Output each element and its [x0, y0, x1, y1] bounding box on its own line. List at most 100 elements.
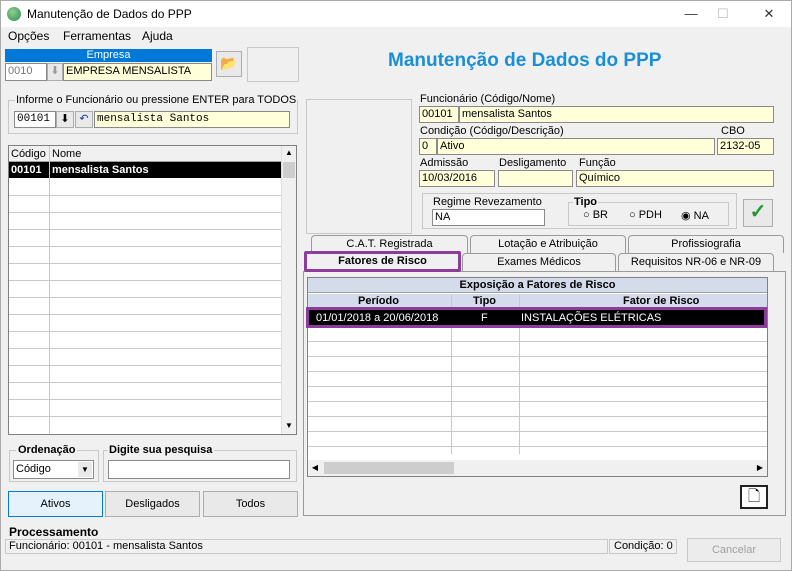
status-text: Funcionário: 00101 - mensalista Santos	[5, 539, 608, 554]
vertical-scrollbar[interactable]: ▲ ▼	[281, 146, 296, 434]
chevron-down-icon[interactable]: ▼	[78, 462, 92, 477]
close-button[interactable]: ✕	[755, 3, 783, 25]
folder-open-icon[interactable]: 📂	[216, 51, 242, 77]
desligados-button[interactable]: Desligados	[105, 491, 200, 517]
radio-br[interactable]: ○ BR	[583, 209, 608, 221]
radio-na-label: NA	[693, 210, 709, 222]
row-line	[308, 356, 767, 357]
row-line	[9, 365, 281, 366]
row-name: mensalista Santos	[52, 164, 149, 176]
regime-field[interactable]: NA	[432, 209, 545, 226]
empresa-code-field[interactable]: 0010	[5, 63, 47, 81]
tab-exames-medicos[interactable]: Exames Médicos	[462, 253, 616, 271]
maximize-button[interactable]: ☐	[709, 3, 737, 25]
pesquisa-input[interactable]	[108, 460, 290, 479]
condicao-label: Condição (Código/Descrição)	[420, 125, 564, 137]
horizontal-scrollbar[interactable]: ◀ ▶	[308, 460, 767, 476]
row-line	[9, 246, 281, 247]
blank-panel	[247, 47, 299, 82]
employee-list[interactable]: Código Nome 00101 mensalista Santos ▲ ▼	[8, 145, 297, 435]
row-line	[9, 348, 281, 349]
row-line	[9, 382, 281, 383]
funcao-label: Função	[579, 157, 616, 169]
menu-ferramentas[interactable]: Ferramentas	[63, 29, 131, 43]
cancel-button[interactable]: Cancelar	[687, 538, 781, 562]
radio-off-icon: ○	[629, 209, 636, 221]
radio-pdh[interactable]: ○ PDH	[629, 209, 662, 221]
detail-funcao: Químico	[576, 170, 774, 187]
row-line	[308, 446, 767, 447]
pesquisa-label: Digite sua pesquisa	[107, 444, 215, 456]
app-icon	[7, 7, 21, 21]
processamento-label: Processamento	[9, 525, 99, 539]
col-header-tipo[interactable]: Tipo	[473, 295, 496, 307]
download-icon[interactable]: ⬇	[47, 63, 63, 81]
ordenacao-value: Código	[16, 463, 51, 475]
col-header-fator[interactable]: Fator de Risco	[623, 295, 699, 307]
radio-na[interactable]: ◉ NA	[681, 209, 709, 222]
new-document-icon[interactable]: 🗋	[740, 485, 768, 509]
detail-desligamento	[498, 170, 573, 187]
radio-off-icon: ○	[583, 209, 590, 221]
menu-ajuda[interactable]: Ajuda	[142, 29, 173, 43]
scroll-right-icon[interactable]: ▶	[753, 461, 767, 475]
scroll-thumb[interactable]	[324, 462, 454, 474]
tab-lotacao[interactable]: Lotação e Atribuição	[470, 235, 626, 253]
download-icon[interactable]: ⬇	[56, 111, 74, 128]
row-line	[9, 399, 281, 400]
status-condicao: Condição: 0	[609, 539, 677, 554]
confirm-check-icon[interactable]: ✓	[743, 199, 773, 227]
row-line	[9, 280, 281, 281]
app-window: Manutenção de Dados do PPP — ☐ ✕ Opções …	[0, 0, 792, 571]
tab-requisitos[interactable]: Requisitos NR-06 e NR-09	[618, 253, 774, 271]
tab-fatores-de-risco[interactable]: Fatores de Risco	[304, 251, 461, 272]
menu-bar: Opções Ferramentas Ajuda	[1, 27, 791, 45]
row-line	[9, 331, 281, 332]
col-header-nome[interactable]: Nome	[52, 148, 81, 160]
row-line	[308, 386, 767, 387]
row-line	[308, 431, 767, 432]
ordenacao-select[interactable]: Código ▼	[13, 460, 94, 479]
detail-cbo: 2132-05	[717, 138, 774, 155]
row-line	[308, 416, 767, 417]
scroll-thumb[interactable]	[283, 162, 295, 178]
col-header-periodo[interactable]: Período	[358, 295, 399, 307]
row-line	[9, 263, 281, 264]
radio-on-icon: ◉	[681, 210, 691, 222]
empresa-name-field: EMPRESA MENSALISTA	[63, 63, 212, 81]
row-line	[308, 401, 767, 402]
radio-br-label: BR	[592, 209, 608, 221]
scroll-left-icon[interactable]: ◀	[308, 461, 322, 475]
empresa-header: Empresa	[5, 49, 212, 62]
detail-admissao: 10/03/2016	[419, 170, 495, 187]
row-line	[9, 195, 281, 196]
funcionario-name-field[interactable]: mensalista Santos	[94, 111, 290, 128]
regime-label: Regime Revezamento	[433, 196, 542, 208]
row-periodo: 01/01/2018 a 20/06/2018	[316, 312, 439, 324]
col-divider	[49, 146, 50, 434]
ativos-button[interactable]: Ativos	[8, 491, 103, 517]
row-line	[9, 297, 281, 298]
funcionario-code-field[interactable]: 00101	[14, 111, 56, 128]
detail-cond-desc: Ativo	[437, 138, 715, 155]
col-header-codigo[interactable]: Código	[11, 148, 46, 160]
row-fator: INSTALAÇÕES ELÉTRICAS	[521, 312, 662, 324]
tab-profissiografia[interactable]: Profissiografia	[628, 235, 784, 253]
tipo-label: Tipo	[573, 196, 599, 208]
desligamento-label: Desligamento	[499, 157, 567, 169]
detail-func-name: mensalista Santos	[459, 106, 774, 123]
row-code: 00101	[11, 164, 42, 176]
photo-panel	[306, 99, 412, 234]
funcionario-search-label: Informe o Funcionário ou pressione ENTER…	[15, 94, 298, 106]
menu-opcoes[interactable]: Opções	[8, 29, 49, 43]
todos-button[interactable]: Todos	[203, 491, 298, 517]
funcionario-label: Funcionário (Código/Nome)	[420, 93, 556, 105]
row-line	[9, 212, 281, 213]
scroll-up-icon[interactable]: ▲	[282, 146, 296, 160]
scroll-down-icon[interactable]: ▼	[282, 419, 296, 433]
table-row[interactable]: 01/01/2018 a 20/06/2018 F INSTALAÇÕES EL…	[306, 307, 767, 328]
row-tipo: F	[481, 312, 488, 324]
detail-func-code: 00101	[419, 106, 459, 123]
minimize-button[interactable]: —	[677, 3, 705, 25]
undo-icon[interactable]: ↶	[75, 111, 93, 128]
